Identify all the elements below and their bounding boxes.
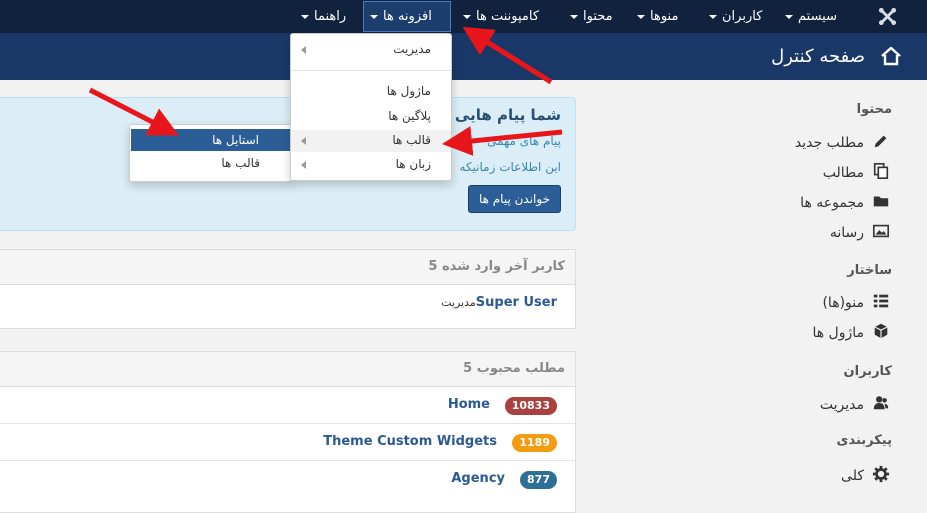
logged-users-panel: 5 کاربر آخر وارد شده مدیریتSuper User bbox=[0, 249, 576, 329]
menu-help[interactable]: راهنما bbox=[301, 0, 346, 33]
user-name: Super User bbox=[475, 295, 557, 310]
sidebar-heading-structure: ساختار bbox=[847, 263, 892, 278]
caret-down-icon bbox=[785, 14, 793, 19]
read-messages-button[interactable]: خواندن پیام ها bbox=[467, 185, 561, 213]
dropdown-item-plugins[interactable]: پلاگین ها bbox=[388, 109, 431, 123]
sidebar-item-label: مدیریت bbox=[819, 397, 864, 413]
sidebar-item-modules[interactable]: ماژول ها bbox=[812, 322, 892, 344]
dropdown-item-templates[interactable]: قالب ها bbox=[392, 133, 431, 147]
panel-heading: 5 مطلب محبوب bbox=[0, 352, 575, 387]
popular-articles-panel: 5 مطلب محبوب 10833 Home 1189 Theme Custo… bbox=[0, 351, 576, 513]
hits-badge: 10833 bbox=[504, 397, 557, 415]
sidebar-item-user-manage[interactable]: مدیریت bbox=[820, 394, 892, 416]
article-link[interactable]: Agency bbox=[451, 471, 505, 486]
sidebar: محتوا مطلب جدید مطالب مجموعه ها رسانه سا… bbox=[585, 80, 927, 502]
gear-icon bbox=[872, 465, 892, 485]
sidebar-heading-users: کاربران bbox=[843, 364, 892, 379]
pencil-icon bbox=[872, 132, 892, 152]
cube-icon bbox=[872, 322, 892, 342]
folder-icon bbox=[872, 192, 892, 212]
list-icon bbox=[872, 292, 892, 312]
page-header: صفحه کنترل bbox=[0, 33, 927, 80]
image-icon bbox=[872, 222, 892, 242]
caret-down-icon bbox=[570, 14, 578, 19]
dropdown-item-languages[interactable]: زبان ها bbox=[396, 157, 431, 171]
alert-line-2: این اطلاعات زمانیکه bbox=[459, 160, 562, 174]
sidebar-item-media[interactable]: رسانه bbox=[830, 222, 892, 244]
user-role: مدیریت bbox=[441, 296, 476, 309]
sidebar-item-articles[interactable]: مطالب bbox=[823, 162, 892, 184]
menu-users[interactable]: کاربران bbox=[709, 0, 762, 33]
menu-components-label: کامپوننت ها bbox=[476, 9, 540, 24]
menu-content-label: محتوا bbox=[583, 9, 613, 24]
hits-badge: 877 bbox=[520, 471, 557, 489]
article-link[interactable]: Home bbox=[448, 397, 490, 412]
menu-extensions-label: افزونه ها bbox=[383, 9, 432, 24]
caret-down-icon bbox=[463, 14, 471, 19]
extensions-dropdown: مدیریت ماژول ها پلاگین ها قالب ها زبان ه… bbox=[290, 33, 452, 181]
menu-extensions[interactable]: افزونه ها bbox=[363, 1, 451, 32]
dropdown-item-manage[interactable]: مدیریت bbox=[393, 42, 431, 56]
submenu-arrow-icon bbox=[301, 161, 306, 169]
submenu-item-templates[interactable]: قالب ها bbox=[221, 156, 260, 170]
home-icon bbox=[881, 46, 901, 66]
sidebar-item-label: کلی bbox=[841, 468, 864, 484]
submenu-arrow-icon bbox=[301, 137, 306, 145]
menu-menus-label: منوها bbox=[650, 9, 679, 24]
caret-down-icon bbox=[637, 14, 645, 19]
table-row: 1189 Theme Custom Widgets bbox=[0, 424, 575, 461]
table-row: مدیریتSuper User bbox=[0, 285, 575, 321]
caret-down-icon bbox=[709, 14, 717, 19]
users-icon bbox=[872, 394, 892, 414]
sidebar-item-label: رسانه bbox=[829, 225, 864, 241]
page-title: صفحه کنترل bbox=[771, 46, 865, 67]
menu-system-label: سیستم bbox=[798, 9, 837, 24]
sidebar-item-label: مطالب bbox=[822, 165, 864, 181]
sidebar-heading-config: پیکربندی bbox=[836, 433, 892, 448]
alert-line-1: پیام های مهمی bbox=[487, 134, 561, 148]
table-row: 10833 Home bbox=[0, 387, 575, 424]
dropdown-item-modules[interactable]: ماژول ها bbox=[387, 84, 431, 98]
sidebar-item-label: مجموعه ها bbox=[800, 195, 864, 211]
user-link[interactable]: مدیریتSuper User bbox=[437, 295, 557, 310]
hits-badge: 1189 bbox=[512, 434, 557, 452]
sidebar-item-label: منو(ها) bbox=[822, 295, 864, 311]
sidebar-item-new-article[interactable]: مطلب جدید bbox=[795, 132, 892, 154]
menu-content[interactable]: محتوا bbox=[570, 0, 613, 33]
menu-users-label: کاربران bbox=[722, 9, 763, 24]
dropdown-divider bbox=[291, 70, 451, 71]
sidebar-item-label: مطلب جدید bbox=[794, 135, 864, 151]
sidebar-item-categories[interactable]: مجموعه ها bbox=[800, 192, 892, 214]
sidebar-item-global[interactable]: کلی bbox=[841, 465, 892, 487]
panel-heading: 5 کاربر آخر وارد شده bbox=[0, 250, 575, 285]
sidebar-item-label: ماژول ها bbox=[812, 325, 864, 341]
menu-menus[interactable]: منوها bbox=[637, 0, 678, 33]
menu-components[interactable]: کامپوننت ها bbox=[463, 0, 539, 33]
submenu-arrow-icon bbox=[301, 46, 306, 54]
alert-title: شما پیام هایی د bbox=[441, 106, 561, 124]
caret-down-icon bbox=[301, 14, 309, 19]
copy-icon bbox=[872, 162, 892, 182]
menu-help-label: راهنما bbox=[314, 9, 347, 24]
table-row: 877 Agency bbox=[0, 461, 575, 497]
sidebar-heading-content: محتوا bbox=[856, 102, 892, 117]
article-link[interactable]: Theme Custom Widgets bbox=[323, 434, 497, 449]
caret-down-icon bbox=[370, 14, 378, 19]
submenu-item-styles[interactable]: استایل ها bbox=[131, 129, 291, 151]
menu-system[interactable]: سیستم bbox=[785, 0, 837, 33]
top-navbar: راهنما افزونه ها کامپوننت ها محتوا منوها… bbox=[0, 0, 927, 33]
sidebar-item-menus[interactable]: منو(ها) bbox=[822, 292, 892, 314]
templates-submenu: استایل ها قالب ها bbox=[129, 124, 293, 182]
joomla-logo[interactable] bbox=[878, 7, 897, 26]
